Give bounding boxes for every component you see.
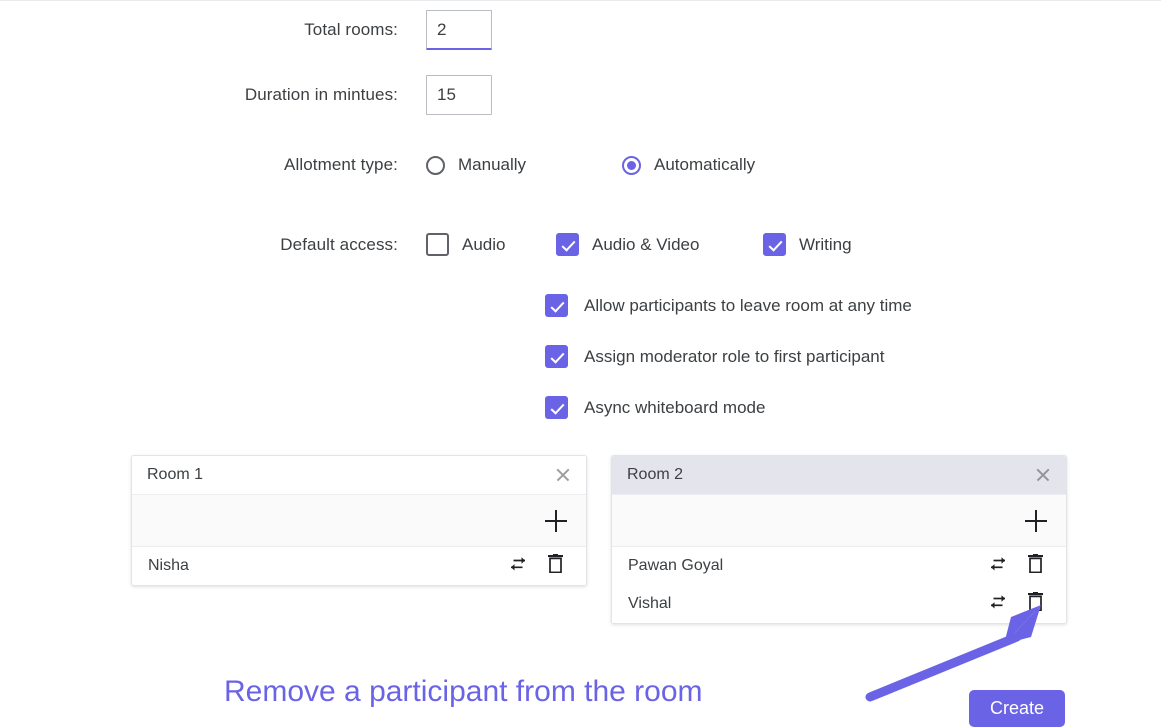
checkbox-assign-moderator[interactable]: Assign moderator role to first participa… (545, 345, 884, 368)
radio-manually[interactable]: Manually (426, 155, 622, 175)
participant-actions (988, 554, 1044, 578)
duration-input[interactable] (426, 75, 492, 115)
create-button[interactable]: Create (969, 690, 1065, 727)
checkbox-writing-label: Writing (799, 234, 852, 254)
checkbox-writing-icon[interactable] (763, 233, 786, 256)
participant-name: Pawan Goyal (628, 557, 724, 574)
radio-manually-icon[interactable] (426, 155, 445, 175)
list-item: Pawan Goyal (612, 547, 1066, 585)
checkbox-audio[interactable]: Audio (426, 233, 556, 256)
participant-name: Nisha (148, 557, 189, 574)
checkbox-async-whiteboard-icon[interactable] (545, 396, 568, 419)
trash-icon[interactable] (547, 554, 564, 578)
list-item: Nisha (132, 547, 586, 585)
checkbox-allow-leave-icon[interactable] (545, 294, 568, 317)
allotment-type-label: Allotment type: (284, 155, 398, 174)
room-card-2: Room 2 Pawan Goyal Vishal (611, 455, 1067, 624)
default-access-checkbox-group: Audio Audio & Video Writing (426, 233, 852, 256)
room-2-header: Room 2 (612, 456, 1066, 495)
trash-icon[interactable] (1027, 554, 1044, 578)
room-1-header: Room 1 (132, 456, 586, 495)
duration-label: Duration in mintues: (244, 85, 398, 104)
swap-icon[interactable] (988, 594, 1008, 615)
close-icon[interactable] (553, 465, 573, 485)
checkbox-assign-moderator-icon[interactable] (545, 345, 568, 368)
trash-icon[interactable] (1027, 592, 1044, 616)
checkbox-allow-leave[interactable]: Allow participants to leave room at any … (545, 294, 912, 317)
top-divider (0, 0, 1161, 1)
default-access-label: Default access: (280, 234, 398, 254)
breakout-rooms-settings-page: Total rooms: Duration in mintues: Allotm… (0, 0, 1161, 727)
checkbox-audio-video-icon[interactable] (556, 233, 579, 256)
room-2-add-row (612, 495, 1066, 547)
checkbox-audio-icon[interactable] (426, 233, 449, 256)
swap-icon[interactable] (988, 556, 1008, 577)
annotation-label: Remove a participant from the room (224, 675, 703, 708)
checkbox-async-whiteboard-label: Async whiteboard mode (584, 397, 766, 417)
duration-row: Duration in mintues: (180, 75, 492, 115)
allotment-radio-group: Manually Automatically (426, 155, 755, 175)
checkbox-audio-video-label: Audio & Video (592, 234, 700, 254)
plus-icon[interactable] (545, 509, 567, 532)
swap-icon[interactable] (508, 556, 528, 577)
checkbox-audio-label: Audio (462, 234, 506, 254)
room-1-title: Room 1 (147, 466, 204, 483)
room-card-1: Room 1 Nisha (131, 455, 587, 586)
list-item: Vishal (612, 585, 1066, 623)
radio-automatically-icon[interactable] (622, 155, 641, 175)
room-2-title: Room 2 (627, 466, 684, 483)
checkbox-allow-leave-label: Allow participants to leave room at any … (584, 295, 912, 315)
default-access-row: Default access: Audio Audio & Video Writ… (180, 233, 852, 256)
radio-automatically[interactable]: Automatically (622, 155, 755, 175)
total-rooms-input[interactable] (426, 10, 492, 50)
radio-automatically-label: Automatically (654, 155, 756, 174)
total-rooms-row: Total rooms: (180, 10, 492, 50)
checkbox-audio-video[interactable]: Audio & Video (556, 233, 763, 256)
room-1-add-row (132, 495, 586, 547)
checkbox-writing[interactable]: Writing (763, 233, 852, 256)
radio-manually-label: Manually (458, 155, 527, 174)
participant-actions (988, 592, 1044, 616)
plus-icon[interactable] (1025, 509, 1047, 532)
checkbox-async-whiteboard[interactable]: Async whiteboard mode (545, 396, 765, 419)
participant-name: Vishal (628, 595, 672, 612)
close-icon[interactable] (1033, 465, 1053, 485)
allotment-type-row: Allotment type: Manually Automatically (180, 155, 755, 175)
participant-actions (508, 554, 564, 578)
total-rooms-label: Total rooms: (304, 20, 398, 39)
checkbox-assign-moderator-label: Assign moderator role to first participa… (584, 346, 885, 366)
